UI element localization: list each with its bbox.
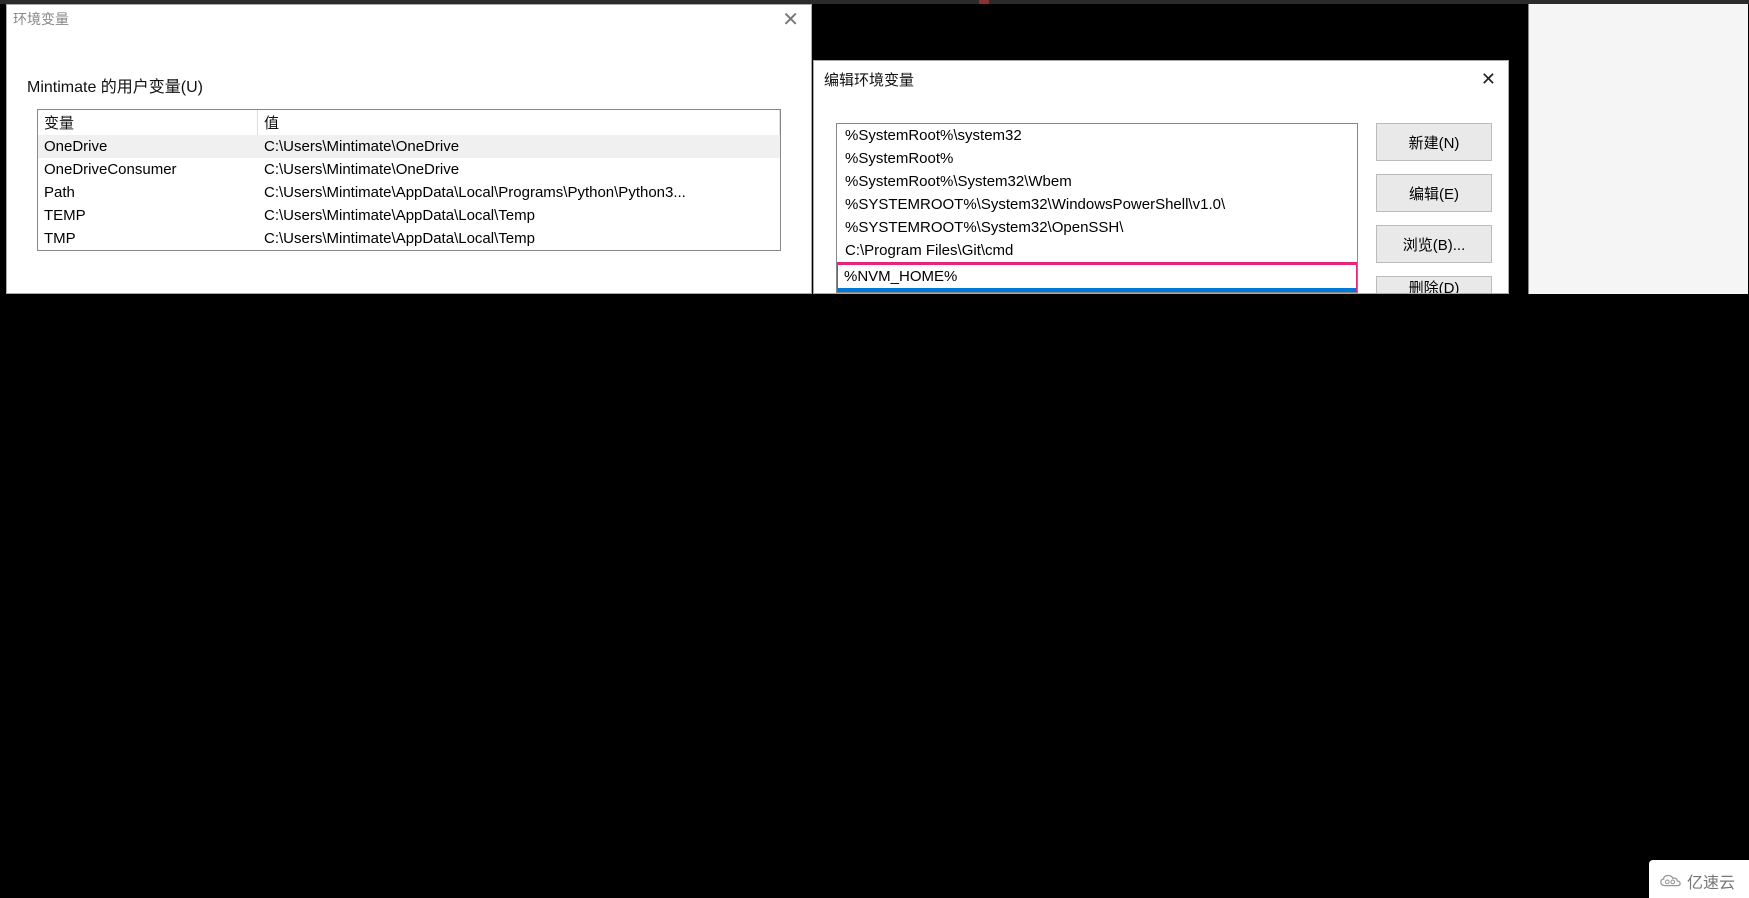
var-value: C:\Users\Mintimate\OneDrive <box>258 160 780 179</box>
watermark-text: 亿速云 <box>1687 869 1735 893</box>
table-row[interactable]: Path C:\Users\Mintimate\AppData\Local\Pr… <box>38 181 780 204</box>
col-value[interactable]: 值 <box>258 110 780 135</box>
list-item[interactable]: %SystemRoot% <box>837 147 1357 170</box>
var-name: Path <box>38 183 258 202</box>
list-item[interactable]: C:\Program Files\Git\cmd <box>837 239 1357 262</box>
browse-button[interactable]: 浏览(B)... <box>1376 225 1492 263</box>
highlighted-region: %NVM_HOME% <box>836 262 1358 293</box>
env-window-title: 环境变量 <box>13 9 69 29</box>
var-value: C:\Users\Mintimate\OneDrive <box>258 137 780 156</box>
new-button[interactable]: 新建(N) <box>1376 123 1492 161</box>
list-item[interactable]: %SYSTEMROOT%\System32\OpenSSH\ <box>837 216 1357 239</box>
var-value: C:\Users\Mintimate\AppData\Local\Temp <box>258 206 780 225</box>
var-name: OneDrive <box>38 137 258 156</box>
watermark: 亿速云 <box>1649 860 1749 898</box>
var-value: C:\Users\Mintimate\AppData\Local\Program… <box>258 183 780 202</box>
list-item[interactable]: %NVM_HOME% <box>838 265 1356 288</box>
cloud-icon <box>1659 873 1681 889</box>
env-titlebar[interactable]: 环境变量 ✕ <box>7 5 811 33</box>
edit-body: %SystemRoot%\system32 %SystemRoot% %Syst… <box>814 97 1508 294</box>
list-item[interactable]: %SystemRoot%\System32\Wbem <box>837 170 1357 193</box>
table-row[interactable]: OneDrive C:\Users\Mintimate\OneDrive <box>38 135 780 158</box>
edit-env-window: 编辑环境变量 ✕ %SystemRoot%\system32 %SystemRo… <box>813 60 1509 294</box>
col-variable[interactable]: 变量 <box>38 110 258 135</box>
var-name: OneDriveConsumer <box>38 160 258 179</box>
list-item[interactable]: %SYSTEMROOT%\System32\WindowsPowerShell\… <box>837 193 1357 216</box>
var-name: TMP <box>38 229 258 248</box>
table-row[interactable]: TMP C:\Users\Mintimate\AppData\Local\Tem… <box>38 227 780 250</box>
edit-window-title: 编辑环境变量 <box>824 69 914 90</box>
user-vars-label: Mintimate 的用户变量(U) <box>7 33 811 103</box>
list-item[interactable]: %SystemRoot%\system32 <box>837 124 1357 147</box>
delete-button[interactable]: 删除(D) <box>1376 276 1492 294</box>
user-vars-table: 变量 值 OneDrive C:\Users\Mintimate\OneDriv… <box>37 109 781 251</box>
background-panel <box>1528 4 1748 294</box>
path-list[interactable]: %SystemRoot%\system32 %SystemRoot% %Syst… <box>836 123 1358 293</box>
button-column: 新建(N) 编辑(E) 浏览(B)... 删除(D) <box>1376 123 1492 294</box>
close-icon[interactable]: ✕ <box>1473 65 1504 94</box>
edit-button[interactable]: 编辑(E) <box>1376 174 1492 212</box>
table-header: 变量 值 <box>38 110 780 135</box>
var-value: C:\Users\Mintimate\AppData\Local\Temp <box>258 229 780 248</box>
table-row[interactable]: TEMP C:\Users\Mintimate\AppData\Local\Te… <box>38 204 780 227</box>
decor-red <box>979 0 989 4</box>
close-icon[interactable]: ✕ <box>776 7 805 32</box>
table-row[interactable]: OneDriveConsumer C:\Users\Mintimate\OneD… <box>38 158 780 181</box>
var-name: TEMP <box>38 206 258 225</box>
edit-titlebar[interactable]: 编辑环境变量 ✕ <box>814 61 1508 97</box>
env-vars-window: 环境变量 ✕ Mintimate 的用户变量(U) 变量 值 OneDrive … <box>6 4 812 294</box>
list-item-selected[interactable] <box>838 288 1356 293</box>
